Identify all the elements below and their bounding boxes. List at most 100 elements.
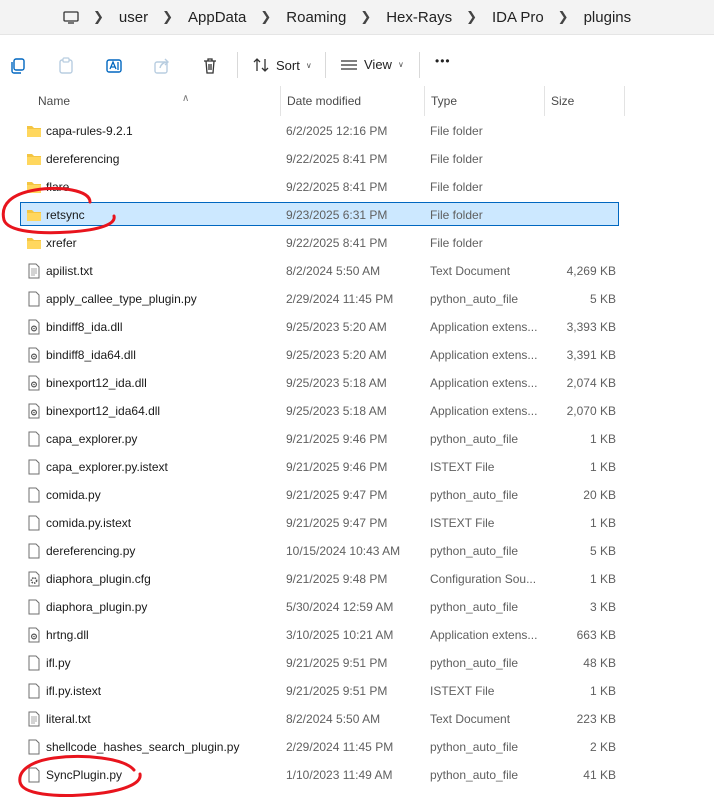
folder-icon <box>26 179 42 195</box>
file-row[interactable]: diaphora_plugin.cfg 9/21/2025 9:48 PM Conf… <box>0 565 714 593</box>
column-header-label: Size <box>551 94 575 108</box>
file-row[interactable]: literal.txt 8/2/2024 5:50 AM Text Document… <box>0 705 714 733</box>
chevron-right-icon: ❯ <box>466 9 477 24</box>
file-type: Application extens... <box>430 404 538 418</box>
column-header-type[interactable]: Type <box>424 86 544 116</box>
chevron-right-icon: ❯ <box>360 9 372 24</box>
file-row[interactable]: binexport12_ida.dll 9/25/2023 5:18 AM Appl… <box>0 369 714 397</box>
folder-icon <box>26 235 42 251</box>
file-row[interactable]: binexport12_ida64.dll 9/25/2023 5:18 AM Ap… <box>0 397 714 425</box>
file-name[interactable]: capa_explorer.py.istext <box>46 460 168 474</box>
file-type: File folder <box>430 124 483 138</box>
file-row[interactable]: flare 9/22/2025 8:41 PM File folder <box>0 173 714 201</box>
breadcrumb-item[interactable]: ❯ AppData <box>162 9 260 26</box>
column-header-size[interactable]: Size <box>544 86 624 116</box>
file-size: 5 KB <box>589 544 616 558</box>
file-size: 2,070 KB <box>566 404 616 418</box>
more-options-button[interactable]: ••• <box>435 54 451 68</box>
file-row[interactable]: bindiff8_ida64.dll 9/25/2023 5:20 AM Appli… <box>0 341 714 369</box>
breadcrumb-item[interactable]: ❯ plugins <box>558 9 645 26</box>
file-name[interactable]: diaphora_plugin.cfg <box>46 572 151 586</box>
file-name[interactable]: apilist.txt <box>46 264 93 278</box>
file-row[interactable]: dereferencing 9/22/2025 8:41 PM File folde… <box>0 145 714 173</box>
file-name[interactable]: capa-rules-9.2.1 <box>46 124 133 138</box>
file-row[interactable]: retsync 9/23/2025 6:31 PM File folder <box>0 201 714 229</box>
file-name[interactable]: flare <box>46 180 69 194</box>
file-type: python_auto_file <box>430 488 519 502</box>
file-name[interactable]: shellcode_hashes_search_plugin.py <box>46 740 239 754</box>
this-pc-icon[interactable] <box>63 10 79 24</box>
sort-button[interactable]: Sort ∨ <box>252 57 312 73</box>
breadcrumb-label[interactable]: user <box>119 9 148 26</box>
config-file-icon <box>26 571 42 587</box>
file-row[interactable]: hrtng.dll 3/10/2025 10:21 AM Application e… <box>0 621 714 649</box>
file-name[interactable]: capa_explorer.py <box>46 432 137 446</box>
file-date: 9/22/2025 8:41 PM <box>286 236 388 250</box>
file-row[interactable]: comida.py 9/21/2025 9:47 PM python_auto_fi… <box>0 481 714 509</box>
file-type: python_auto_file <box>430 740 519 754</box>
file-date: 9/21/2025 9:47 PM <box>286 516 388 530</box>
breadcrumb-label[interactable]: Roaming <box>286 9 346 26</box>
file-row[interactable]: capa_explorer.py.istext 9/21/2025 9:46 PM… <box>0 453 714 481</box>
folder-icon <box>26 123 42 139</box>
dll-file-icon <box>26 319 42 335</box>
file-name[interactable]: binexport12_ida64.dll <box>46 404 160 418</box>
file-name[interactable]: diaphora_plugin.py <box>46 600 147 614</box>
file-size: 3 KB <box>589 600 616 614</box>
view-button[interactable]: View ∨ <box>340 57 404 72</box>
file-row[interactable]: apilist.txt 8/2/2024 5:50 AM Text Document… <box>0 257 714 285</box>
file-name[interactable]: bindiff8_ida64.dll <box>46 348 136 362</box>
file-row[interactable]: bindiff8_ida.dll 9/25/2023 5:20 AM Applica… <box>0 313 714 341</box>
breadcrumb-item[interactable]: ❯ user <box>93 9 162 26</box>
file-row[interactable]: SyncPlugin.py 1/10/2023 11:49 AM python_au… <box>0 761 714 789</box>
file-row[interactable]: capa-rules-9.2.1 6/2/2025 12:16 PM File fo… <box>0 117 714 145</box>
file-row[interactable]: xrefer 9/22/2025 8:41 PM File folder <box>0 229 714 257</box>
column-header-date[interactable]: Date modified <box>280 86 424 116</box>
address-bar[interactable]: ❯ user ❯ AppData ❯ Roaming ❯ Hex-Rays ❯ IDA P… <box>0 0 714 35</box>
file-name[interactable]: comida.py <box>46 488 101 502</box>
file-size: 2 KB <box>589 740 616 754</box>
file-size: 3,393 KB <box>566 320 616 334</box>
file-name[interactable]: SyncPlugin.py <box>46 768 122 782</box>
file-row[interactable]: diaphora_plugin.py 5/30/2024 12:59 AM pyth… <box>0 593 714 621</box>
file-row[interactable]: capa_explorer.py 9/21/2025 9:46 PM python_… <box>0 425 714 453</box>
file-date: 9/25/2023 5:18 AM <box>286 376 387 390</box>
file-name[interactable]: comida.py.istext <box>46 516 131 530</box>
file-icon <box>26 487 42 503</box>
file-date: 8/2/2024 5:50 AM <box>286 264 381 278</box>
file-size: 4,269 KB <box>566 264 616 278</box>
file-row[interactable]: ifl.py.istext 9/21/2025 9:51 PM ISTEXT Fil… <box>0 677 714 705</box>
file-row[interactable]: dereferencing.py 10/15/2024 10:43 AM pytho… <box>0 537 714 565</box>
file-name[interactable]: apply_callee_type_plugin.py <box>46 292 197 306</box>
file-name[interactable]: ifl.py <box>46 656 71 670</box>
breadcrumb-item[interactable]: ❯ Roaming <box>260 9 360 26</box>
file-name[interactable]: hrtng.dll <box>46 628 89 642</box>
breadcrumb-label[interactable]: AppData <box>188 9 246 26</box>
file-row[interactable]: apply_callee_type_plugin.py 2/29/2024 11:… <box>0 285 714 313</box>
file-name[interactable]: literal.txt <box>46 712 91 726</box>
file-row[interactable]: comida.py.istext 9/21/2025 9:47 PM ISTEXT … <box>0 509 714 537</box>
file-name[interactable]: retsync <box>46 208 85 222</box>
breadcrumb-item[interactable]: ❯ IDA Pro <box>466 9 558 26</box>
breadcrumb-label[interactable]: plugins <box>584 9 632 26</box>
file-name[interactable]: ifl.py.istext <box>46 684 101 698</box>
file-date: 9/23/2025 6:31 PM <box>286 208 388 222</box>
file-type: python_auto_file <box>430 656 519 670</box>
file-date: 9/21/2025 9:51 PM <box>286 656 388 670</box>
file-name[interactable]: bindiff8_ida.dll <box>46 320 123 334</box>
breadcrumb-label[interactable]: IDA Pro <box>492 9 544 26</box>
file-name[interactable]: dereferencing.py <box>46 544 135 558</box>
toolbar-divider <box>237 52 238 78</box>
file-name[interactable]: dereferencing <box>46 152 119 166</box>
file-name[interactable]: xrefer <box>46 236 77 250</box>
file-row[interactable]: shellcode_hashes_search_plugin.py 2/29/20… <box>0 733 714 761</box>
file-name[interactable]: binexport12_ida.dll <box>46 376 147 390</box>
column-header-name[interactable]: Name ∧ <box>32 86 280 116</box>
dll-file-icon <box>26 347 42 363</box>
folder-icon <box>26 151 42 167</box>
breadcrumb-label[interactable]: Hex-Rays <box>386 9 452 26</box>
file-icon <box>26 515 42 531</box>
file-row[interactable]: ifl.py 9/21/2025 9:51 PM python_auto_file 4… <box>0 649 714 677</box>
breadcrumb-item[interactable]: ❯ Hex-Rays <box>360 9 466 26</box>
file-date: 9/21/2025 9:51 PM <box>286 684 388 698</box>
